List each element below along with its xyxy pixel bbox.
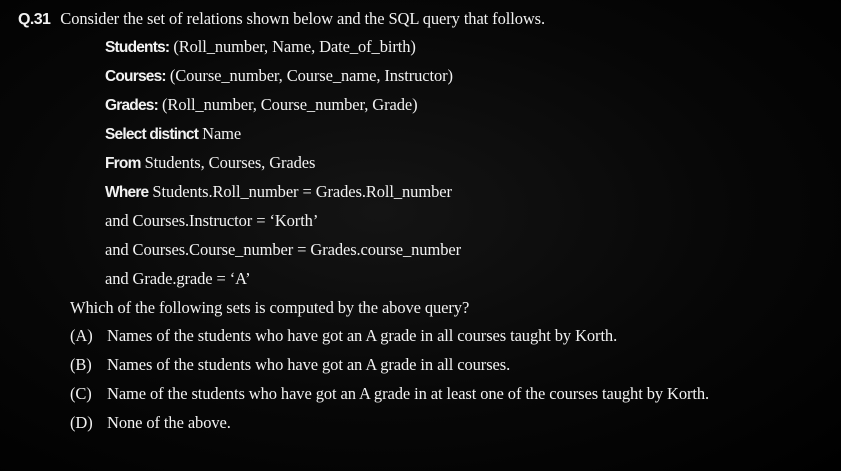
question-header: Q.31 Consider the set of relations shown … bbox=[18, 9, 545, 30]
sql-keyword: From bbox=[105, 155, 141, 172]
relation-name: Courses: bbox=[105, 68, 167, 85]
relation-name: Students: bbox=[105, 39, 170, 56]
sql-clause: and Courses.Instructor = ‘Korth’ bbox=[105, 211, 319, 230]
sql-clause: Students, Courses, Grades bbox=[144, 153, 316, 172]
query-condition-grade: and Grade.grade = ‘A’ bbox=[105, 269, 251, 289]
option-label: (C) bbox=[70, 384, 92, 403]
relation-grades: Grades: (Roll_number, Course_number, Gra… bbox=[105, 95, 418, 116]
query-condition-instructor: and Courses.Instructor = ‘Korth’ bbox=[105, 211, 318, 231]
question-ask: Which of the following sets is computed … bbox=[70, 298, 470, 317]
relation-courses: Courses: (Course_number, Course_name, In… bbox=[105, 66, 453, 87]
sql-clause: and Grade.grade = ‘A’ bbox=[105, 269, 251, 288]
query-condition-course: and Courses.Course_number = Grades.cours… bbox=[105, 240, 461, 260]
option-text: None of the above. bbox=[107, 413, 231, 432]
sql-clause: Students.Roll_number = Grades.Roll_numbe… bbox=[152, 182, 452, 201]
relation-attributes: (Roll_number, Name, Date_of_birth) bbox=[173, 37, 416, 56]
option-b: (B) Names of the students who have got an… bbox=[70, 355, 510, 375]
query-from-line: From Students, Courses, Grades bbox=[105, 153, 315, 174]
question-slide: Q.31 Consider the set of relations shown … bbox=[0, 0, 841, 471]
query-where-line: Where Students.Roll_number = Grades.Roll… bbox=[105, 182, 452, 203]
relation-attributes: (Course_number, Course_name, Instructor) bbox=[169, 66, 453, 85]
query-select-line: Select distinct Name bbox=[105, 124, 241, 145]
sql-clause: and Courses.Course_number = Grades.cours… bbox=[105, 240, 461, 259]
option-text: Name of the students who have got an A g… bbox=[107, 384, 710, 403]
option-d: (D) None of the above. bbox=[70, 413, 231, 433]
sql-keyword: Select distinct bbox=[105, 126, 199, 143]
option-c: (C) Name of the students who have got an … bbox=[70, 384, 709, 404]
relation-attributes: (Roll_number, Course_number, Grade) bbox=[162, 95, 418, 114]
question-prompt: Consider the set of relations shown belo… bbox=[60, 9, 546, 28]
option-text: Names of the students who have got an A … bbox=[107, 355, 511, 374]
option-label: (D) bbox=[70, 413, 93, 432]
option-label: (B) bbox=[70, 355, 92, 374]
option-label: (A) bbox=[70, 326, 93, 345]
option-a: (A) Names of the students who have got an… bbox=[70, 326, 617, 346]
relation-students: Students: (Roll_number, Name, Date_of_bi… bbox=[105, 37, 416, 58]
sql-keyword: Where bbox=[105, 184, 149, 201]
sql-clause: Name bbox=[202, 124, 242, 143]
question-number: Q.31 bbox=[18, 11, 51, 28]
relation-name: Grades: bbox=[105, 97, 159, 114]
option-text: Names of the students who have got an A … bbox=[107, 326, 618, 345]
